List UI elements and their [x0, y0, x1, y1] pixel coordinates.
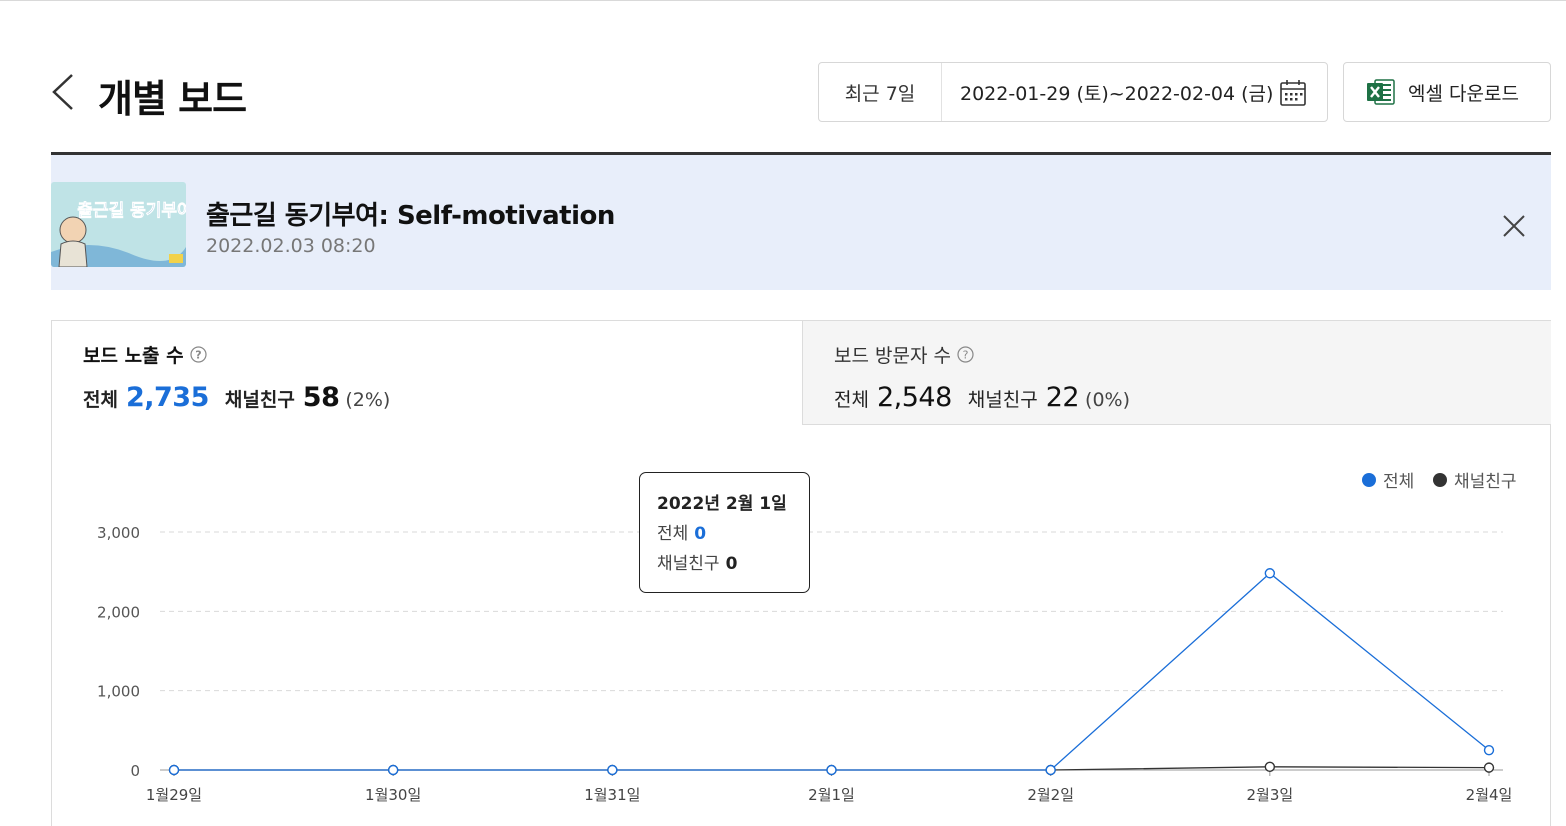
- help-icon[interactable]: ?: [190, 346, 207, 363]
- tab-board-impressions[interactable]: 보드 노출 수 ? 전체 2,735 채널친구 58 (2%): [52, 321, 802, 425]
- tooltip-row-total: 전체 0: [657, 519, 809, 544]
- y-tick-label: 1,000: [97, 683, 140, 701]
- data-point-total: [1264, 568, 1276, 579]
- tooltip-date: 2022년 2월 1일: [657, 494, 787, 514]
- calendar-icon[interactable]: [1279, 79, 1307, 107]
- date-filter: 최근 7일 2022-01-29 (토)~2022-02-04 (금): [818, 62, 1328, 122]
- period-button[interactable]: 최근 7일: [819, 63, 942, 121]
- total-label: 전체: [834, 389, 869, 411]
- tab-label: 보드 방문자 수: [834, 345, 951, 367]
- chart-tooltip: 2022년 2월 1일 전체 0 채널친구 0: [639, 472, 810, 593]
- x-tick-label: 2월2일: [1027, 786, 1074, 804]
- friends-percent: (0%): [1085, 389, 1131, 411]
- total-value: 2,735: [125, 382, 209, 413]
- back-arrow-icon[interactable]: [48, 72, 78, 112]
- data-point-total: [607, 764, 618, 776]
- x-tick-label: 2월3일: [1246, 786, 1293, 804]
- data-point-friends: [1264, 761, 1276, 773]
- tab-board-visitors[interactable]: 보드 방문자 수 ? 전체 2,548 채널친구 22 (0%): [802, 321, 1551, 425]
- y-tick-label: 2,000: [97, 603, 140, 621]
- x-tick-label: 2월1일: [808, 786, 855, 804]
- excel-download-button[interactable]: 엑셀 다운로드: [1343, 62, 1551, 122]
- board-banner: 출근길 동기부여 출근길 동기부여: Self-motivation 2022.…: [51, 152, 1551, 290]
- total-value: 2,548: [876, 382, 952, 413]
- svg-text:?: ?: [195, 349, 201, 362]
- thumbnail-text: 출근길 동기부여: [77, 201, 186, 221]
- data-point-total: [1483, 744, 1495, 756]
- friends-percent: (2%): [345, 389, 391, 411]
- x-tick-label: 1월30일: [365, 786, 421, 804]
- tooltip-friends-label: 채널친구: [657, 554, 720, 574]
- date-range-text: 2022-01-29 (토)~2022-02-04 (금): [960, 82, 1274, 105]
- data-point-friends: [1483, 762, 1495, 773]
- tooltip-total-value: 0: [694, 524, 707, 544]
- friends-value: 22: [1045, 382, 1080, 413]
- x-tick-label: 1월29일: [146, 786, 202, 804]
- top-divider: [0, 0, 1566, 1]
- y-tick-label: 0: [130, 762, 140, 780]
- tab-label: 보드 노출 수: [83, 345, 184, 367]
- y-tick-label: 3,000: [97, 524, 140, 542]
- svg-text:?: ?: [963, 349, 969, 362]
- data-point-total: [826, 764, 837, 776]
- data-point-total: [387, 764, 399, 776]
- board-posted-date: 2022.02.03 08:20: [206, 235, 376, 257]
- excel-download-label: 엑셀 다운로드: [1408, 82, 1519, 105]
- board-thumbnail: 출근길 동기부여: [51, 182, 186, 267]
- friends-value: 58: [302, 382, 340, 413]
- friends-label: 채널친구: [224, 389, 295, 411]
- board-title: 출근길 동기부여: Self-motivation: [206, 201, 615, 231]
- tooltip-row-friends: 채널친구 0: [657, 549, 809, 574]
- excel-icon: [1367, 79, 1395, 105]
- total-label: 전체: [83, 389, 118, 411]
- friends-label: 채널친구: [967, 389, 1038, 411]
- series-line-total: [174, 572, 1490, 771]
- page-title: 개별 보드: [98, 77, 247, 121]
- data-point-total: [168, 764, 180, 776]
- date-range-picker[interactable]: 2022-01-29 (토)~2022-02-04 (금): [942, 63, 1327, 121]
- help-icon[interactable]: ?: [957, 346, 974, 363]
- x-tick-label: 1월31일: [584, 786, 640, 804]
- close-icon[interactable]: [1500, 212, 1528, 240]
- data-point-total: [1045, 764, 1056, 776]
- tooltip-total-label: 전체: [657, 524, 689, 544]
- x-tick-label: 2월4일: [1466, 786, 1513, 804]
- tooltip-friends-value: 0: [725, 554, 738, 574]
